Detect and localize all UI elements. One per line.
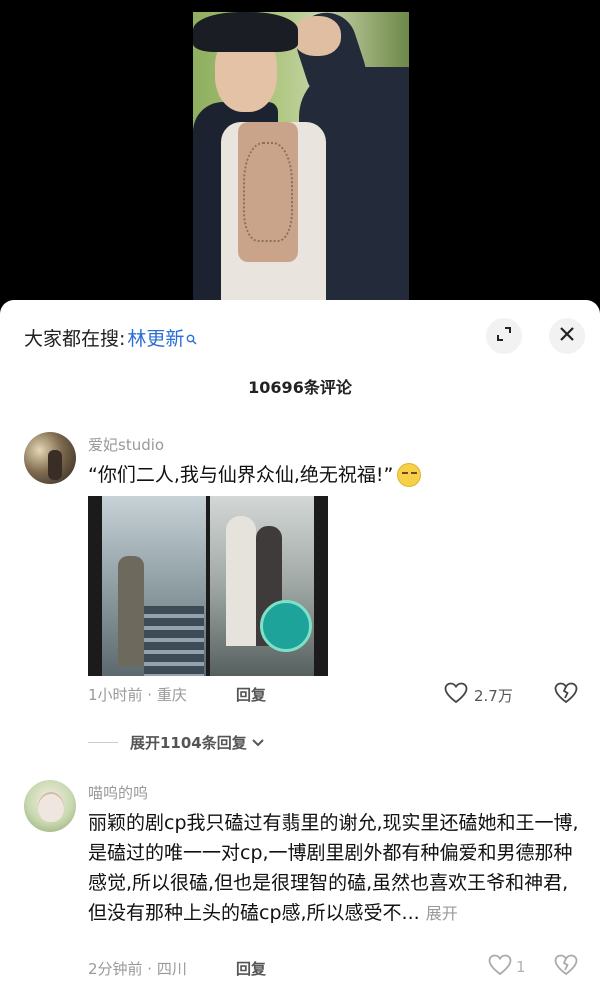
avatar[interactable] — [24, 780, 76, 832]
comment-time-location: 1小时前 · 重庆 — [88, 686, 187, 704]
comment-image[interactable] — [88, 496, 328, 676]
like-button[interactable]: 2.7万 — [444, 682, 513, 708]
search-icon — [186, 328, 197, 344]
comment-time-location: 2分钟前 · 四川 — [88, 960, 187, 978]
comment-body: 丽颖的剧cp我只磕过有翡里的谢允,现实里还磕她和王一博,是磕过的唯一一对cp,一… — [88, 812, 579, 924]
dislike-button[interactable] — [554, 954, 578, 980]
video-player[interactable] — [0, 0, 600, 300]
emoji-icon — [397, 463, 422, 487]
reply-button[interactable]: 回复 — [236, 684, 266, 705]
broken-heart-icon — [554, 954, 578, 980]
expand-replies-label: 展开1104条回复 — [130, 734, 247, 752]
video-frame — [193, 12, 409, 300]
search-suggestion-term[interactable]: 林更新 — [127, 324, 184, 351]
chevron-down-icon — [251, 734, 265, 752]
like-count: 2.7万 — [474, 686, 513, 705]
comment-username[interactable]: 喵呜的呜 — [88, 782, 148, 803]
comment-sheet: 大家都在搜: 林更新 10696条评论 爱妃studio “你们二人,我与仙界众… — [0, 300, 600, 1002]
expand-icon — [496, 326, 512, 346]
comment-body: “你们二人,我与仙界众仙,绝无祝福!” — [88, 464, 394, 486]
close-icon — [559, 326, 575, 346]
expand-comment-link[interactable]: 展开 — [426, 904, 458, 923]
like-count: 1 — [516, 958, 526, 976]
search-suggestion-label: 大家都在搜: — [24, 327, 126, 350]
divider — [88, 742, 118, 743]
dislike-button[interactable] — [554, 682, 578, 708]
broken-heart-icon — [554, 682, 578, 708]
heart-icon — [488, 954, 512, 980]
expand-replies[interactable]: 展开1104条回复 — [88, 732, 265, 753]
like-button[interactable]: 1 — [488, 954, 526, 980]
close-button[interactable] — [549, 318, 585, 354]
comment-text: “你们二人,我与仙界众仙,绝无祝福!” — [88, 460, 422, 490]
reply-button[interactable]: 回复 — [236, 958, 266, 979]
comment-username[interactable]: 爱妃studio — [88, 434, 164, 455]
expand-button[interactable] — [486, 318, 522, 354]
heart-icon — [444, 682, 468, 708]
avatar[interactable] — [24, 432, 76, 484]
comment-text: 丽颖的剧cp我只磕过有翡里的谢允,现实里还磕她和王一博,是磕过的唯一一对cp,一… — [88, 808, 584, 929]
search-suggestion[interactable]: 大家都在搜: 林更新 — [24, 322, 197, 352]
comment-count: 10696条评论 — [248, 378, 352, 397]
